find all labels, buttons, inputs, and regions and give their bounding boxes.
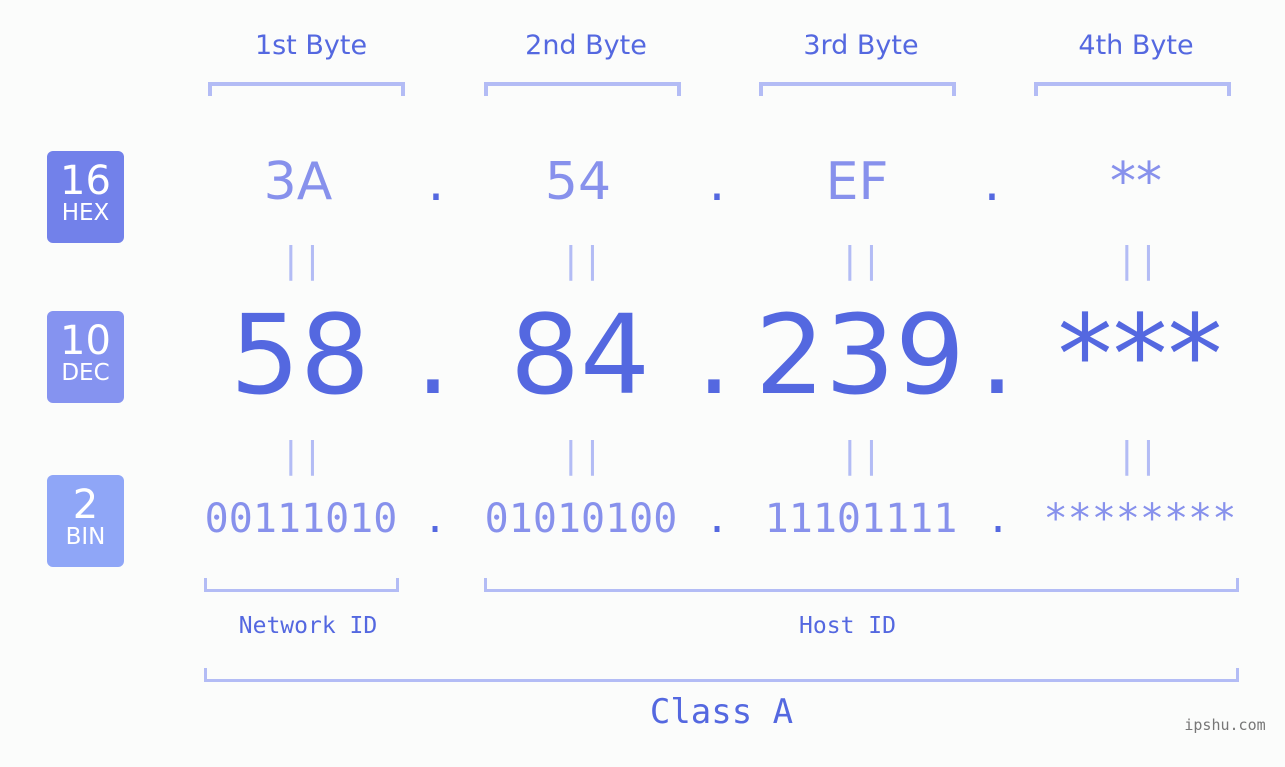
byte-bracket-1 [208, 82, 405, 96]
bin-value-1: 00111010 [204, 496, 398, 542]
byte-label-3: 3rd Byte [803, 30, 919, 61]
hex-badge-name: HEX [61, 200, 110, 226]
host-id-bracket [484, 578, 1239, 592]
dec-badge-number: 10 [60, 318, 111, 364]
bin-separator: . [422, 496, 448, 542]
byte-label-4: 4th Byte [1078, 30, 1194, 61]
equals-sign: || [280, 435, 324, 476]
class-label: Class A [649, 692, 794, 732]
equals-sign: || [280, 240, 324, 281]
dec-separator: . [979, 291, 1015, 419]
dec-badge-name: DEC [61, 360, 110, 386]
dec-separator: . [696, 291, 732, 419]
bin-badge-number: 2 [72, 482, 99, 528]
byte-label-2: 2nd Byte [525, 30, 647, 61]
equals-sign: || [1116, 435, 1160, 476]
equals-sign: || [1116, 240, 1160, 281]
byte-bracket-4 [1034, 82, 1231, 96]
bin-separator: . [985, 496, 1011, 542]
hex-value-4: ** [1110, 152, 1162, 212]
hex-value-3: EF [825, 152, 889, 212]
bin-value-4: ******** [1043, 496, 1237, 542]
equals-sign: || [839, 240, 883, 281]
byte-bracket-2 [484, 82, 681, 96]
bin-value-3: 11101111 [764, 496, 958, 542]
class-bracket [204, 668, 1239, 682]
hex-separator: . [422, 160, 450, 211]
network-id-label: Network ID [238, 613, 378, 639]
bin-value-2: 01010100 [484, 496, 678, 542]
dec-value-3: 239 [755, 291, 965, 419]
byte-bracket-3 [759, 82, 956, 96]
hex-value-1: 3A [263, 152, 333, 212]
bin-badge-name: BIN [65, 524, 106, 550]
byte-label-1: 1st Byte [254, 30, 368, 61]
watermark: ipshu.com [1184, 716, 1266, 734]
hex-separator: . [978, 160, 1006, 211]
network-id-bracket [204, 578, 399, 592]
dec-value-4: *** [1057, 291, 1223, 419]
equals-sign: || [839, 435, 883, 476]
dec-separator: . [415, 291, 451, 419]
hex-badge: 16 HEX [47, 151, 124, 243]
dec-value-1: 58 [230, 291, 370, 419]
hex-value-2: 54 [544, 152, 612, 212]
hex-separator: . [703, 160, 731, 211]
bin-badge: 2 BIN [47, 475, 124, 567]
hex-badge-number: 16 [60, 158, 111, 204]
equals-sign: || [560, 240, 604, 281]
dec-value-2: 84 [510, 291, 650, 419]
host-id-label: Host ID [799, 613, 896, 639]
dec-badge: 10 DEC [47, 311, 124, 403]
bin-separator: . [704, 496, 730, 542]
equals-sign: || [560, 435, 604, 476]
